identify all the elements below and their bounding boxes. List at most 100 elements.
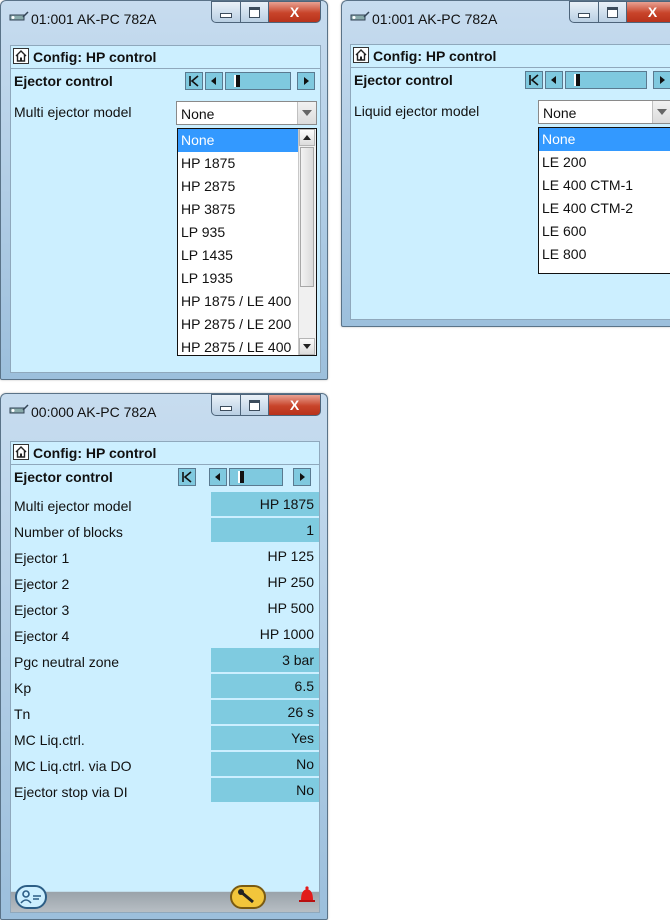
page-scroll-bar[interactable] — [229, 468, 283, 486]
prev-page-button[interactable] — [205, 72, 223, 90]
options-scrollbar[interactable] — [298, 129, 316, 355]
close-button[interactable]: X — [627, 1, 670, 23]
dropdown-value: None — [181, 106, 215, 122]
title-bar[interactable]: 01:001 AK-PC 782A X — [1, 1, 327, 35]
section-title: Ejector control — [354, 72, 453, 88]
dropdown-option[interactable]: HP 2875 / LE 400 — [178, 336, 299, 355]
multi-ejector-dropdown[interactable]: None — [176, 101, 317, 125]
first-page-button[interactable] — [525, 71, 543, 89]
page-title: Config: HP control — [373, 48, 497, 64]
wrench-icon — [238, 889, 254, 904]
scroll-thumb[interactable] — [300, 147, 314, 287]
footer-bar — [11, 878, 319, 912]
setting-row: Ejector 1 HP 125 — [11, 544, 319, 570]
dropdown-option[interactable]: LE 800 — [539, 243, 670, 266]
window-multi-ejector: 01:001 AK-PC 782A X Config: HP control E… — [0, 0, 328, 380]
alarm-bell-icon[interactable] — [297, 884, 317, 906]
maximize-icon — [249, 6, 260, 18]
setting-value: HP 500 — [267, 600, 314, 616]
setting-row[interactable]: Pgc neutral zone 3 bar — [11, 648, 319, 674]
next-page-button[interactable] — [653, 71, 670, 89]
setting-value[interactable]: HP 1875 — [211, 492, 319, 516]
dropdown-option[interactable]: HP 1875 — [178, 152, 299, 175]
section-title: Ejector control — [14, 469, 113, 485]
prev-page-button[interactable] — [209, 468, 227, 486]
setting-value[interactable]: No — [211, 778, 319, 802]
setting-row[interactable]: Tn 26 s — [11, 700, 319, 726]
dropdown-option[interactable]: LE 600 — [539, 220, 670, 243]
page-scroll-bar[interactable] — [225, 72, 291, 90]
maximize-button[interactable] — [599, 1, 627, 23]
client-area: Config: HP control Ejector control Multi… — [10, 45, 321, 373]
setting-value[interactable]: No — [211, 752, 319, 776]
dropdown-option[interactable]: HP 1875 / LE 400 — [178, 290, 299, 313]
setting-row[interactable]: Ejector stop via DI No — [11, 778, 319, 804]
title-bar[interactable]: 01:001 AK-PC 782A X — [342, 1, 670, 35]
setting-value[interactable]: 1 — [211, 518, 319, 542]
setting-value[interactable]: 6.5 — [211, 674, 319, 698]
dropdown-option[interactable]: HP 2875 / LE 200 — [178, 313, 299, 336]
setting-value[interactable]: 26 s — [211, 700, 319, 724]
page-scroll-bar[interactable] — [565, 71, 647, 89]
close-button[interactable]: X — [269, 1, 321, 23]
user-button[interactable] — [15, 885, 47, 909]
multi-ejector-options[interactable]: None HP 1875 HP 2875 HP 3875 LP 935 LP 1435 LP… — [177, 128, 317, 356]
setting-row[interactable]: Number of blocks 1 — [11, 518, 319, 544]
dropdown-option[interactable]: LE 400 CTM-2 — [539, 197, 670, 220]
maximize-button[interactable] — [241, 394, 269, 416]
dropdown-option[interactable]: LE 400 CTM-1 — [539, 174, 670, 197]
app-icon — [9, 11, 29, 21]
setting-label: MC Liq.ctrl. via DO — [14, 758, 132, 774]
liquid-ejector-label: Liquid ejector model — [354, 103, 480, 119]
page-scroll-thumb[interactable] — [234, 75, 240, 87]
arrow-down-icon — [303, 344, 311, 349]
next-page-button[interactable] — [297, 72, 315, 90]
close-button[interactable]: X — [269, 394, 321, 416]
page-scroll-thumb[interactable] — [238, 471, 244, 483]
dropdown-option[interactable]: None — [539, 128, 670, 151]
first-page-button[interactable] — [178, 468, 196, 486]
chevron-down-icon[interactable] — [297, 102, 316, 124]
setting-label: Ejector stop via DI — [14, 784, 128, 800]
liquid-ejector-dropdown[interactable]: None — [538, 100, 670, 124]
maximize-button[interactable] — [241, 1, 269, 23]
setting-row[interactable]: MC Liq.ctrl. via DO No — [11, 752, 319, 778]
chevron-down-icon[interactable] — [652, 101, 670, 123]
dropdown-option[interactable]: LP 1935 — [178, 267, 299, 290]
config-header: Config: HP control — [11, 442, 319, 465]
dropdown-option[interactable]: LP 1435 — [178, 244, 299, 267]
liquid-ejector-options[interactable]: None LE 200 LE 400 CTM-1 LE 400 CTM-2 LE 600… — [538, 127, 670, 274]
minimize-button[interactable] — [569, 1, 599, 23]
scroll-down-button[interactable] — [299, 338, 315, 355]
home-button[interactable] — [13, 444, 29, 460]
dropdown-option[interactable]: LE 200 — [539, 151, 670, 174]
minimize-button[interactable] — [211, 394, 241, 416]
app-icon — [350, 11, 370, 21]
setting-label: MC Liq.ctrl. — [14, 732, 85, 748]
next-page-icon — [304, 77, 309, 85]
setting-label: Ejector 2 — [14, 576, 70, 592]
setting-value: HP 125 — [267, 548, 314, 564]
first-page-icon — [189, 75, 199, 87]
home-button[interactable] — [353, 47, 369, 63]
setting-value[interactable]: 3 bar — [211, 648, 319, 672]
setting-row[interactable]: MC Liq.ctrl. Yes — [11, 726, 319, 752]
setting-row[interactable]: Multi ejector model HP 1875 — [11, 492, 319, 518]
dropdown-option[interactable]: HP 2875 — [178, 175, 299, 198]
setting-value[interactable]: Yes — [211, 726, 319, 750]
dropdown-option[interactable]: HP 3875 — [178, 198, 299, 221]
setting-row: Ejector 4 HP 1000 — [11, 622, 319, 648]
service-button[interactable] — [230, 885, 266, 909]
minimize-button[interactable] — [211, 1, 241, 23]
setting-row: Ejector 3 HP 500 — [11, 596, 319, 622]
scroll-up-button[interactable] — [299, 129, 315, 146]
home-button[interactable] — [13, 48, 29, 64]
setting-row[interactable]: Kp 6.5 — [11, 674, 319, 700]
title-bar[interactable]: 00:000 AK-PC 782A X — [1, 394, 327, 428]
first-page-button[interactable] — [185, 72, 203, 90]
dropdown-option[interactable]: None — [178, 129, 299, 152]
dropdown-option[interactable]: LP 935 — [178, 221, 299, 244]
page-scroll-thumb[interactable] — [574, 74, 580, 86]
next-page-button[interactable] — [293, 468, 311, 486]
prev-page-button[interactable] — [545, 71, 563, 89]
